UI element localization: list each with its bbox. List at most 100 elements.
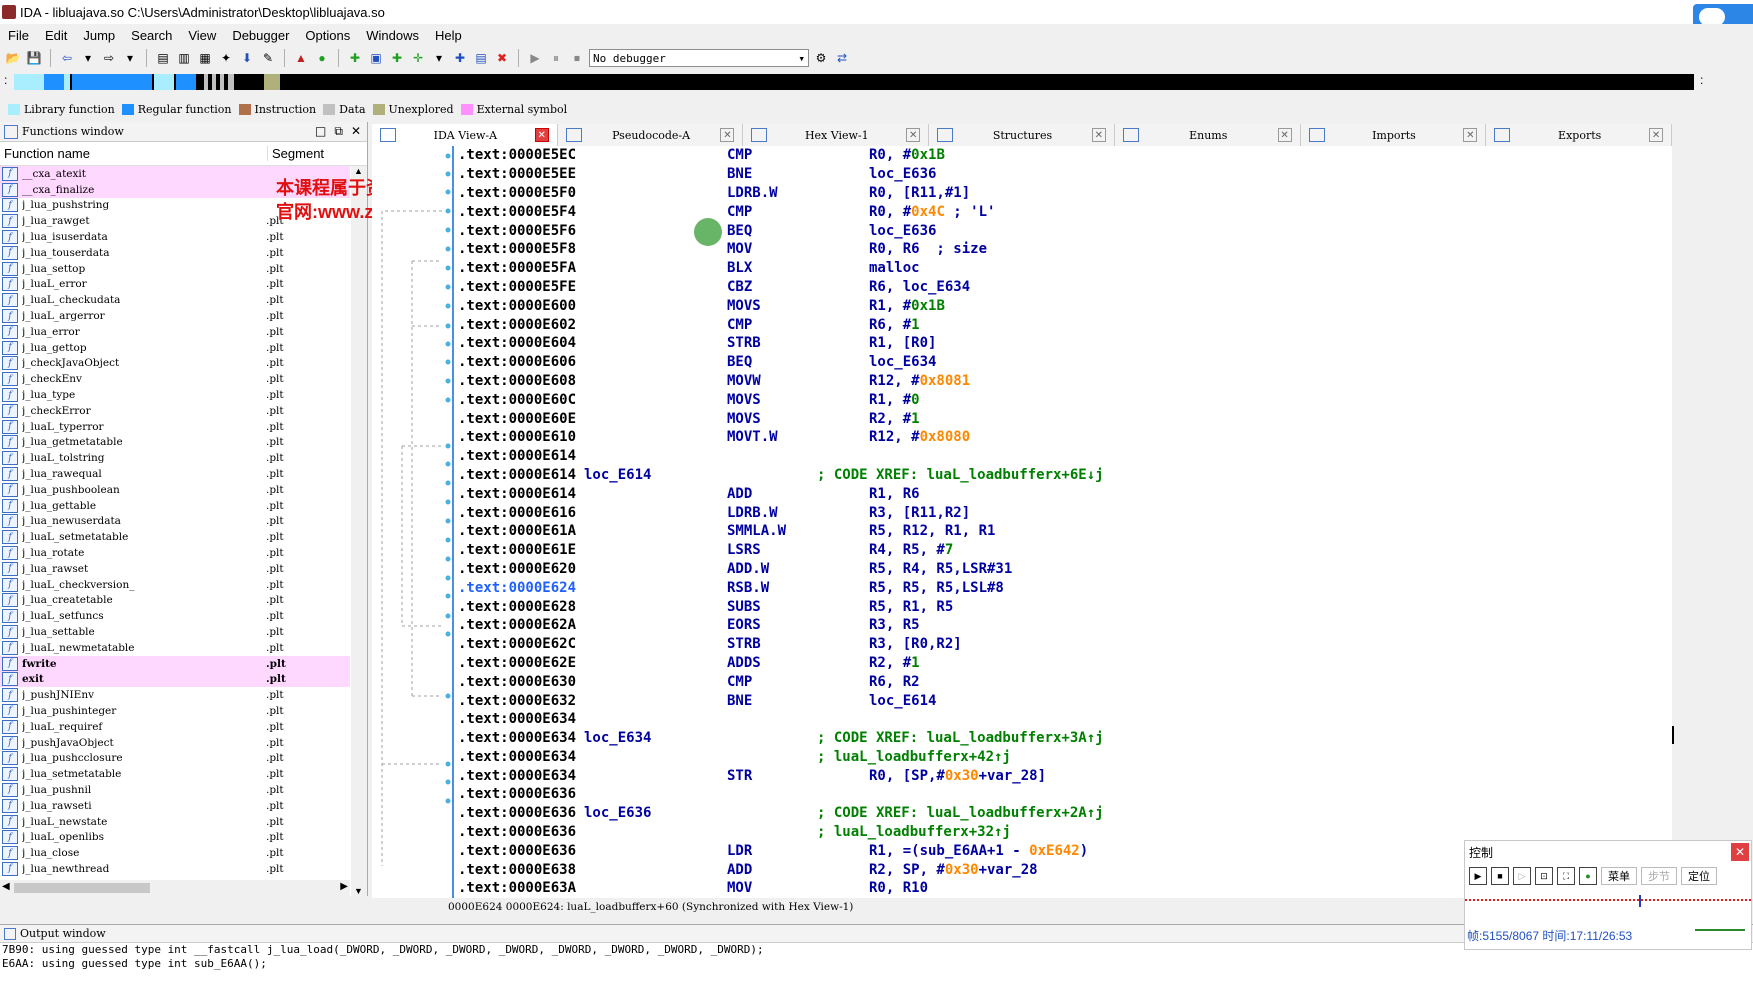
graph-icon[interactable]: ▲ xyxy=(292,49,310,67)
disasm-line[interactable]: .text:0000E5F8 MOV R0, R6 ; size xyxy=(454,240,1672,259)
function-row[interactable]: f j_luaL_error .plt xyxy=(0,277,350,293)
scroll-up-icon[interactable]: ▲ xyxy=(354,166,363,176)
edit-function-icon[interactable]: ▤ xyxy=(472,49,490,67)
volume-slider[interactable] xyxy=(1695,929,1745,935)
function-row[interactable]: f j_lua_pushboolean .plt xyxy=(0,482,350,498)
disasm-line[interactable]: .text:0000E5EC CMP R0, #0x1B xyxy=(454,146,1672,165)
functions-vertical-scrollbar[interactable]: ▲ ▼ xyxy=(351,166,367,896)
function-row[interactable]: f j_luaL_openlibs .plt xyxy=(0,829,350,845)
tab-close-icon[interactable]: ✕ xyxy=(1463,128,1478,142)
add-enum-icon[interactable]: ✚ xyxy=(388,49,406,67)
add-icon[interactable]: ✚ xyxy=(346,49,364,67)
disasm-line[interactable]: .text:0000E5FE CBZ R6, loc_E634 xyxy=(454,278,1672,297)
function-row[interactable]: f j_lua_rawset .plt xyxy=(0,561,350,577)
disasm-line[interactable]: .text:0000E5F0 LDRB.W R0, [R11,#1] xyxy=(454,184,1672,203)
disasm-line[interactable]: .text:0000E624 RSB.W R5, R5, R5,LSL#8 xyxy=(454,578,1672,597)
tab-close-icon[interactable]: ✕ xyxy=(720,128,735,142)
pencil-icon[interactable]: ✎ xyxy=(259,49,277,67)
play-icon[interactable]: ▶ xyxy=(1469,867,1487,885)
disasm-line[interactable]: .text:0000E606 BEQ loc_E634 xyxy=(454,353,1672,372)
dropdown-arrow-icon[interactable]: ▾ xyxy=(79,49,97,67)
locate-button[interactable]: 定位 xyxy=(1681,867,1717,885)
disasm-line[interactable]: .text:0000E60C MOVS R1, #0 xyxy=(454,390,1672,409)
disasm-line[interactable]: .text:0000E608 MOVW R12, #0x8081 xyxy=(454,372,1672,391)
function-row[interactable]: f j_lua_pushinteger .plt xyxy=(0,703,350,719)
function-row[interactable]: f j_luaL_checkudata .plt xyxy=(0,292,350,308)
column-header-function-name[interactable]: Function name xyxy=(0,146,268,161)
maximize-icon[interactable]: □ xyxy=(315,124,326,139)
function-row[interactable]: f j_lua_settop .plt xyxy=(0,261,350,277)
disasm-line[interactable]: .text:0000E610 MOVT.W R12, #0x8080 xyxy=(454,428,1672,447)
disassembly-listing[interactable]: .text:0000E5EC CMP R0, #0x1B .text:0000E5EE… xyxy=(452,146,1672,898)
function-row[interactable]: f j_lua_rotate .plt xyxy=(0,545,350,561)
add-struct-icon[interactable]: ▣ xyxy=(367,49,385,67)
dropdown-arrow-icon[interactable]: ▾ xyxy=(430,49,448,67)
disasm-line[interactable]: .text:0000E5FA BLX malloc xyxy=(454,259,1672,278)
disasm-line[interactable]: .text:0000E62A EORS R3, R5 xyxy=(454,616,1672,635)
function-row[interactable]: f j_checkError .plt xyxy=(0,403,350,419)
delete-icon[interactable]: ✖ xyxy=(493,49,511,67)
disasm-line[interactable]: .text:0000E60E MOVS R2, #1 xyxy=(454,409,1672,428)
disasm-line[interactable]: .text:0000E616 LDRB.W R3, [R11,R2] xyxy=(454,503,1672,522)
tab-hex-view-1[interactable]: Hex View-1 ✕ xyxy=(743,124,930,146)
playback-timeline[interactable] xyxy=(1465,895,1751,909)
function-row[interactable]: f fwrite .plt xyxy=(0,655,350,672)
function-row[interactable]: f j_lua_close .plt xyxy=(0,845,350,861)
function-row[interactable]: f j_luaL_setfuncs .plt xyxy=(0,608,350,624)
disasm-line[interactable]: .text:0000E634 xyxy=(454,710,1672,729)
function-row[interactable]: f j_lua_pushcclosure .plt xyxy=(0,750,350,766)
function-row[interactable]: f j_lua_touserdata .plt xyxy=(0,245,350,261)
disasm-line[interactable]: .text:0000E5F4 CMP R0, #0x4C ; 'L' xyxy=(454,202,1672,221)
disasm-line[interactable]: .text:0000E632 BNE loc_E614 xyxy=(454,691,1672,710)
tab-exports[interactable]: Exports ✕ xyxy=(1486,124,1673,146)
function-row[interactable]: f j_lua_gettable .plt xyxy=(0,498,350,514)
function-row[interactable]: f j_lua_isuserdata .plt xyxy=(0,229,350,245)
disasm-line[interactable]: .text:0000E604 STRB R1, [R0] xyxy=(454,334,1672,353)
disasm-line[interactable]: .text:0000E61A SMMLA.W R5, R12, R1, R1 xyxy=(454,522,1672,541)
ida-view-disassembly[interactable]: .text:0000E5EC CMP R0, #0x1B .text:0000E5EE… xyxy=(372,146,1674,898)
menu-search[interactable]: Search xyxy=(123,28,180,43)
function-row[interactable]: f j_lua_getmetatable .plt xyxy=(0,435,350,451)
fit-screen-icon[interactable]: ⊡ xyxy=(1535,867,1553,885)
menu-jump[interactable]: Jump xyxy=(75,28,123,43)
tab-enums[interactable]: Enums ✕ xyxy=(1114,124,1301,146)
jump-down-icon[interactable]: ⬇ xyxy=(238,49,256,67)
disasm-line[interactable]: .text:0000E628 SUBS R5, R1, R5 xyxy=(454,597,1672,616)
navigation-band[interactable]: : : xyxy=(0,72,1753,92)
disasm-line[interactable]: .text:0000E600 MOVS R1, #0x1B xyxy=(454,296,1672,315)
function-row[interactable]: f j_checkJavaObject .plt xyxy=(0,356,350,372)
cursor-icon[interactable]: ● xyxy=(1579,867,1597,885)
disasm-line[interactable]: .text:0000E602 CMP R6, #1 xyxy=(454,315,1672,334)
function-row[interactable]: f j_luaL_setmetatable .plt xyxy=(0,529,350,545)
function-row[interactable]: f j_luaL_newstate .plt xyxy=(0,814,350,830)
tab-structures[interactable]: Structures ✕ xyxy=(929,124,1115,146)
disasm-line[interactable]: .text:0000E62E ADDS R2, #1 xyxy=(454,654,1672,673)
function-row[interactable]: f j_lua_newthread .plt xyxy=(0,861,350,877)
scroll-right-icon[interactable]: ▶ xyxy=(340,881,348,892)
dropdown-arrow-icon[interactable]: ▾ xyxy=(121,49,139,67)
tab-close-icon[interactable]: ✕ xyxy=(534,128,549,142)
function-icon[interactable]: ✚ xyxy=(451,49,469,67)
function-row[interactable]: f exit .plt xyxy=(0,671,350,688)
functions-horizontal-scrollbar[interactable]: ◀ ▶ xyxy=(0,880,350,896)
float-icon[interactable]: ⧉ xyxy=(334,124,343,139)
debugger-select[interactable]: No debugger ▾ xyxy=(589,49,809,67)
disasm-line[interactable]: .text:0000E630 CMP R6, R2 xyxy=(454,672,1672,691)
tab-close-icon[interactable]: ✕ xyxy=(1277,128,1292,142)
function-row[interactable]: f j_luaL_tolstring .plt xyxy=(0,450,350,466)
function-row[interactable]: f j_luaL_newmetatable .plt xyxy=(0,640,350,656)
disasm-line[interactable]: .text:0000E5EE BNE loc_E636 xyxy=(454,165,1672,184)
function-row[interactable]: f j_pushJNIEnv .plt xyxy=(0,687,350,703)
step-button[interactable]: 步节 xyxy=(1641,867,1677,885)
disasm-line[interactable]: .text:0000E61E LSRS R4, R5, #7 xyxy=(454,541,1672,560)
stop-icon[interactable]: ⏹ xyxy=(568,49,586,67)
menu-windows[interactable]: Windows xyxy=(358,28,427,43)
function-row[interactable]: f j_checkEnv .plt xyxy=(0,371,350,387)
column-header-segment[interactable]: Segment xyxy=(268,146,324,161)
close-icon[interactable]: ✕ xyxy=(1731,843,1749,861)
debugger-options-icon[interactable]: ⚙ xyxy=(812,49,830,67)
close-icon[interactable]: ✕ xyxy=(351,124,361,139)
pause-icon[interactable]: ⏸ xyxy=(547,49,565,67)
disasm-line[interactable]: .text:0000E634 STR R0, [SP,# 0x30 +var_28] xyxy=(454,766,1672,785)
function-row[interactable]: f j_lua_rawequal .plt xyxy=(0,466,350,482)
